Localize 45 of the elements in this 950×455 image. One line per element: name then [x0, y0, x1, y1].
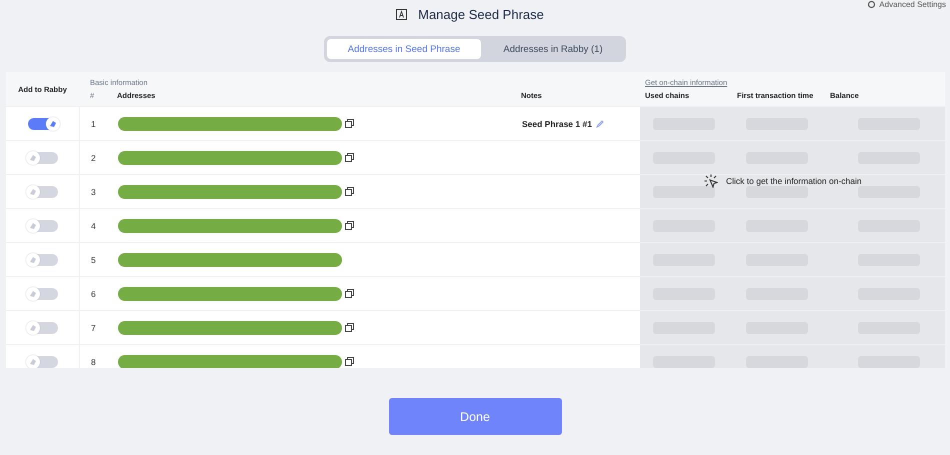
logo-icon — [28, 188, 36, 196]
pencil-icon — [596, 120, 604, 128]
row-number: 5 — [90, 254, 97, 266]
onchain-cell[interactable] — [640, 141, 945, 174]
onchain-cell[interactable] — [640, 209, 945, 242]
logo-icon — [48, 120, 56, 128]
loading-placeholder — [653, 356, 715, 368]
onchain-cell[interactable] — [640, 243, 945, 276]
toggle-switch[interactable] — [28, 356, 58, 368]
tab[interactable]: Addresses in Rabby (1) — [483, 39, 623, 59]
logo-icon — [28, 324, 36, 332]
toggle-switch[interactable] — [28, 152, 58, 164]
tab[interactable]: Addresses in Seed Phrase — [327, 39, 481, 59]
toggle-switch[interactable] — [28, 220, 58, 232]
note-text: Seed Phrase 1 #1 — [522, 118, 592, 128]
loading-placeholder — [858, 356, 920, 368]
page-title: Manage Seed Phrase — [418, 6, 544, 22]
row-number: 8 — [90, 356, 97, 368]
loading-placeholder — [746, 356, 808, 368]
loading-placeholder — [653, 186, 715, 198]
row-number: 1 — [90, 118, 97, 130]
row-number: 3 — [90, 186, 97, 198]
letter-a-icon — [396, 8, 408, 20]
onchain-cell[interactable] — [640, 175, 945, 208]
logo-icon — [28, 222, 36, 230]
toggle-switch[interactable] — [28, 254, 58, 266]
row-number: 7 — [90, 322, 97, 334]
logo-icon — [28, 154, 36, 162]
onchain-cell[interactable] — [640, 107, 945, 140]
row-number: 4 — [90, 220, 97, 232]
logo-icon — [28, 290, 36, 298]
logo-icon — [28, 358, 36, 366]
onchain-cell[interactable] — [640, 311, 945, 344]
row-number: 2 — [90, 152, 97, 164]
toggle-switch[interactable] — [28, 322, 58, 334]
settings-link[interactable]: Advanced Settings — [879, 0, 946, 9]
toggle-switch[interactable] — [28, 186, 58, 198]
row-number: 6 — [90, 288, 97, 300]
toggle-switch[interactable] — [28, 288, 58, 300]
onchain-hint[interactable]: Click to get the information on-chain — [726, 176, 862, 186]
done-button[interactable]: Done — [388, 398, 562, 435]
onchain-cell[interactable] — [640, 277, 945, 310]
cursor-click-icon — [704, 174, 718, 188]
toggle-switch[interactable] — [28, 118, 58, 130]
logo-icon — [28, 256, 36, 264]
